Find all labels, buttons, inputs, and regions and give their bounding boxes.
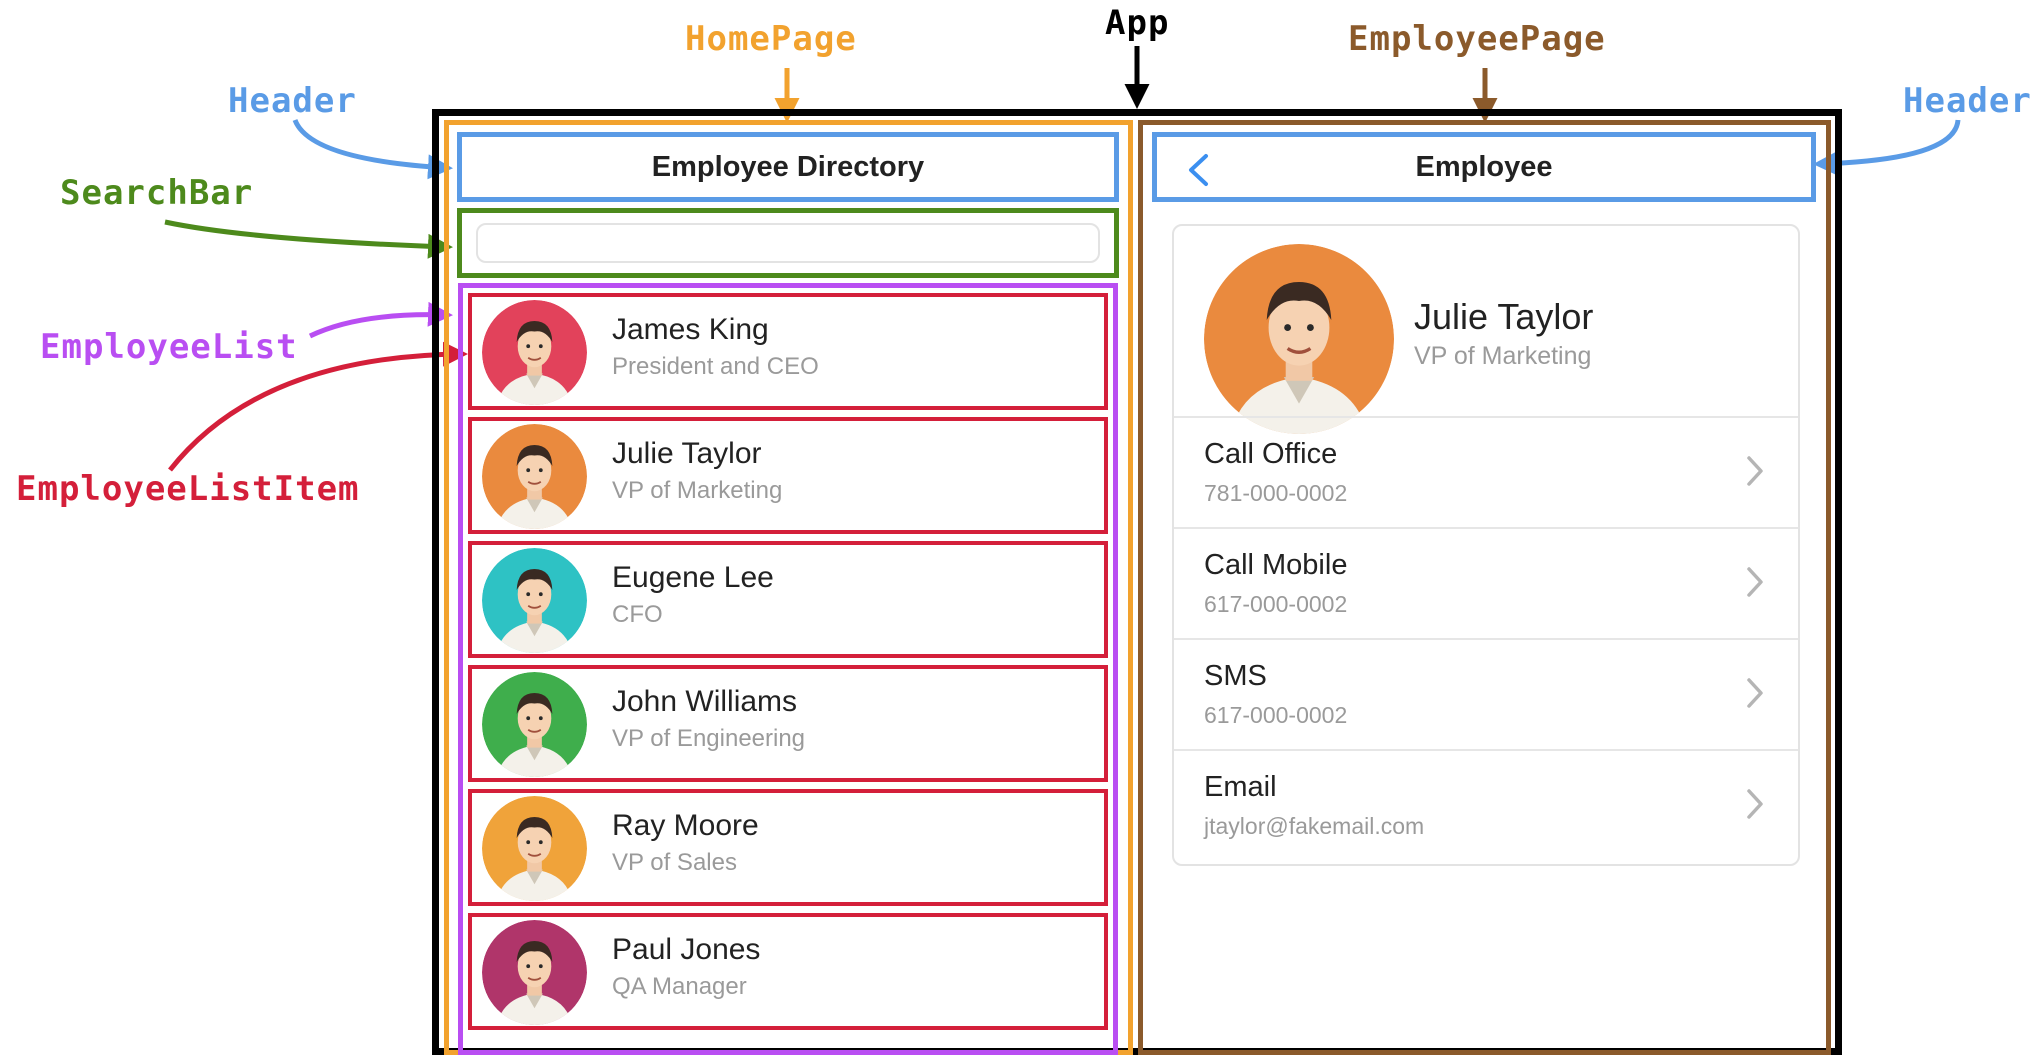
- employee-title: QA Manager: [612, 973, 747, 1000]
- employee-name: Ray Moore: [612, 809, 759, 842]
- header-left-arrow: [292, 118, 453, 180]
- person-avatar-icon: [1204, 244, 1394, 434]
- employee-title: VP of Sales: [612, 849, 737, 876]
- employee-avatar: [482, 300, 587, 405]
- action-value: jtaylor@fakemail.com: [1204, 813, 1425, 839]
- person-avatar-icon: [482, 672, 587, 777]
- annotation-search-bar: SearchBar: [60, 173, 254, 213]
- annotation-app: App: [1105, 3, 1170, 43]
- employee-detail-card: Julie Taylor VP of Marketing Call Office…: [1172, 224, 1800, 866]
- employee-title: VP of Marketing: [1414, 342, 1592, 370]
- annotation-employee-list-item: EmployeeListItem: [16, 469, 360, 509]
- employee-avatar: [482, 796, 587, 901]
- employee-avatar: [482, 672, 587, 777]
- employee-avatar: [482, 424, 587, 529]
- employee-title: VP of Engineering: [612, 725, 806, 752]
- action-row[interactable]: Call Mobile 617-000-0002: [1174, 527, 1798, 640]
- employee-list-arrow: [308, 301, 453, 339]
- employee-name: Julie Taylor: [612, 437, 762, 470]
- action-label: Call Office: [1204, 438, 1338, 470]
- chevron-right-icon: [1747, 456, 1763, 486]
- action-row[interactable]: Email jtaylor@fakemail.com: [1174, 749, 1798, 862]
- action-label: SMS: [1204, 660, 1267, 692]
- employee-list-item[interactable]: Julie Taylor VP of Marketing: [468, 417, 1108, 534]
- employee-name: James King: [612, 313, 769, 346]
- employee-list-item[interactable]: Eugene Lee CFO: [468, 541, 1108, 658]
- action-value: 617-000-0002: [1204, 591, 1348, 617]
- person-avatar-icon: [482, 300, 587, 405]
- employee-name: Eugene Lee: [612, 561, 774, 594]
- employee-list-item[interactable]: James King President and CEO: [468, 293, 1108, 410]
- employee-avatar: [482, 548, 587, 653]
- annotation-header-right: Header: [1903, 81, 2032, 121]
- employee-avatar: [482, 920, 587, 1025]
- person-avatar-icon: [482, 796, 587, 901]
- employee-list-item-arrow: [168, 341, 468, 472]
- home-header-title: Employee Directory: [651, 150, 925, 183]
- annotation-header-left: Header: [228, 81, 357, 121]
- employee-header-title: Employee: [1415, 150, 1553, 183]
- person-avatar-icon: [482, 920, 587, 1025]
- action-row[interactable]: Call Office 781-000-0002: [1174, 416, 1798, 529]
- employee-list-item[interactable]: John Williams VP of Engineering: [468, 665, 1108, 782]
- employee-avatar: [1204, 244, 1394, 434]
- annotation-employee-page: EmployeePage: [1348, 19, 1606, 59]
- annotation-home-page: HomePage: [685, 19, 857, 59]
- annotation-employee-list: EmployeeList: [40, 327, 298, 367]
- search-input[interactable]: [476, 223, 1100, 263]
- employee-list-item[interactable]: Paul Jones QA Manager: [468, 913, 1108, 1030]
- action-row[interactable]: SMS 617-000-0002: [1174, 638, 1798, 751]
- chevron-right-icon: [1747, 567, 1763, 597]
- employee-name: John Williams: [612, 685, 798, 718]
- person-avatar-icon: [482, 424, 587, 529]
- employee-name: Julie Taylor: [1414, 296, 1594, 337]
- action-value: 781-000-0002: [1204, 480, 1348, 506]
- employee-title: President and CEO: [612, 353, 819, 380]
- home-header: Employee Directory: [457, 132, 1119, 202]
- person-avatar-icon: [482, 548, 587, 653]
- action-value: 617-000-0002: [1204, 702, 1348, 728]
- employee-header: Employee: [1152, 132, 1816, 202]
- employee-title: VP of Marketing: [612, 477, 783, 504]
- action-label: Call Mobile: [1204, 549, 1348, 581]
- employee-name: Paul Jones: [612, 933, 761, 966]
- employee-list-item[interactable]: Ray Moore VP of Sales: [468, 789, 1108, 906]
- search-bar-arrow: [164, 219, 453, 259]
- employee-title: CFO: [612, 601, 663, 628]
- action-label: Email: [1204, 771, 1277, 803]
- employee-list: James King President and CEO Julie Taylor V…: [458, 283, 1118, 1055]
- chevron-right-icon: [1747, 678, 1763, 708]
- chevron-right-icon: [1747, 789, 1763, 819]
- search-bar: [457, 208, 1119, 278]
